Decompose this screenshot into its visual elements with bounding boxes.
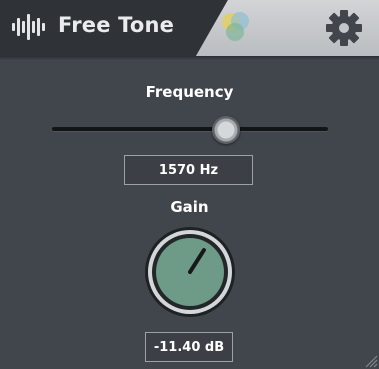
frequency-slider[interactable] xyxy=(52,116,328,144)
color-circles-logo-icon xyxy=(222,12,249,41)
frequency-slider-track[interactable] xyxy=(52,127,328,131)
frequency-value-field[interactable] xyxy=(124,155,253,185)
gear-icon[interactable] xyxy=(324,8,364,48)
app-title: Free Tone xyxy=(58,13,175,37)
gain-label: Gain xyxy=(170,198,209,216)
header-bar: Free Tone xyxy=(0,0,379,56)
gain-knob[interactable] xyxy=(144,226,236,318)
resize-grip-icon[interactable] xyxy=(364,354,378,368)
header-shadow xyxy=(0,56,379,60)
free-tone-plugin-window: Free Tone Frequency 1570 Hz Gain -11.40 … xyxy=(0,0,379,369)
bars-logo-icon xyxy=(12,14,45,40)
gain-value-field[interactable] xyxy=(145,332,233,362)
frequency-label: Frequency xyxy=(145,83,234,101)
frequency-slider-thumb[interactable] xyxy=(211,116,240,144)
